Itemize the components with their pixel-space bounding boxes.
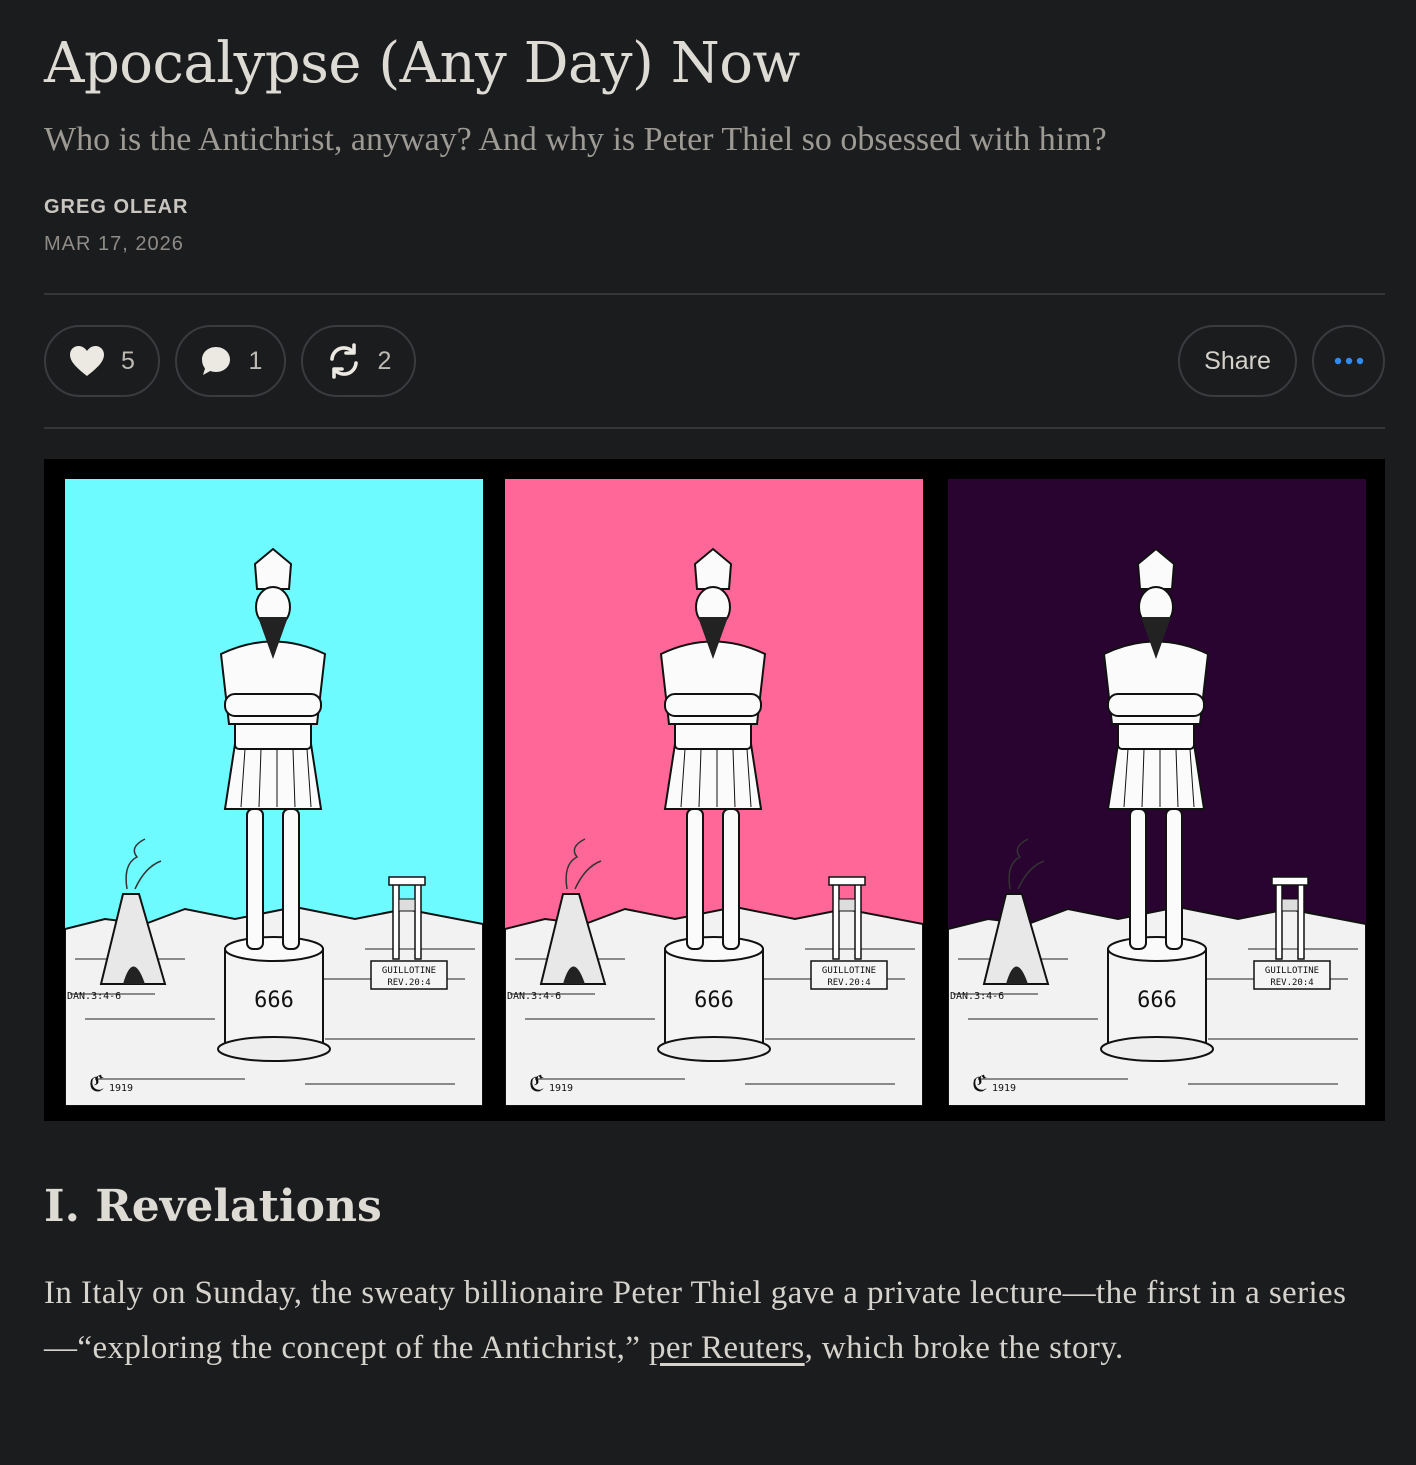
share-button[interactable]: Share	[1178, 325, 1297, 397]
section-heading: I. Revelations	[44, 1181, 382, 1232]
article-image[interactable]: GUILLOTINE REV.20:4 DAN.3:4-6 666 ℭ 1919…	[44, 459, 1385, 1121]
svg-text:DAN.3:4-6: DAN.3:4-6	[950, 991, 1004, 1002]
svg-text:GUILLOTINE: GUILLOTINE	[382, 966, 436, 976]
svg-text:1919: 1919	[992, 1083, 1016, 1094]
svg-text:ℭ: ℭ	[972, 1072, 987, 1097]
svg-text:1919: 1919	[109, 1083, 133, 1094]
restack-button[interactable]: 2	[301, 325, 416, 397]
image-panel-cyan: GUILLOTINE REV.20:4 DAN.3:4-6 666 ℭ 1919	[65, 479, 483, 1106]
more-icon	[1334, 357, 1364, 365]
divider-bottom	[44, 427, 1385, 429]
svg-text:666: 666	[694, 988, 734, 1013]
article-subtitle: Who is the Antichrist, anyway? And why i…	[44, 121, 1107, 158]
article-title: Apocalypse (Any Day) Now	[44, 31, 800, 96]
reuters-link[interactable]: per Reuters	[649, 1330, 805, 1366]
author-name[interactable]: GREG OLEAR	[44, 196, 188, 219]
svg-text:DAN.3:4-6: DAN.3:4-6	[67, 991, 121, 1002]
restack-icon	[326, 343, 362, 379]
image-panel-purple: GUILLOTINE REV.20:4 DAN.3:4-6 666 ℭ 1919	[948, 479, 1366, 1106]
svg-text:REV.20:4: REV.20:4	[827, 978, 870, 988]
comment-count: 1	[248, 346, 263, 375]
like-count: 5	[121, 346, 135, 375]
body-paragraph: In Italy on Sunday, the sweaty billionai…	[44, 1266, 1384, 1376]
svg-text:DAN.3:4-6: DAN.3:4-6	[507, 991, 561, 1002]
article-page: Apocalypse (Any Day) Now Who is the Anti…	[0, 0, 1416, 1465]
like-button[interactable]: 5	[44, 325, 160, 397]
svg-text:ℭ: ℭ	[529, 1072, 544, 1097]
svg-text:ℭ: ℭ	[89, 1072, 104, 1097]
image-panel-pink: GUILLOTINE REV.20:4 DAN.3:4-6 666 ℭ 1919	[505, 479, 923, 1106]
divider-top	[44, 293, 1385, 295]
svg-text:REV.20:4: REV.20:4	[1270, 978, 1313, 988]
post-date: MAR 17, 2026	[44, 233, 184, 255]
svg-text:GUILLOTINE: GUILLOTINE	[822, 966, 876, 976]
svg-text:GUILLOTINE: GUILLOTINE	[1265, 966, 1319, 976]
comment-button[interactable]: 1	[175, 325, 286, 397]
svg-text:666: 666	[1137, 988, 1177, 1013]
svg-text:REV.20:4: REV.20:4	[387, 978, 430, 988]
svg-text:666: 666	[254, 988, 294, 1013]
comment-icon	[199, 344, 233, 378]
more-options-button[interactable]	[1312, 325, 1385, 397]
svg-text:1919: 1919	[549, 1083, 573, 1094]
paragraph-text-2: , which broke the story.	[804, 1330, 1124, 1366]
heart-icon	[69, 345, 105, 377]
restack-count: 2	[377, 346, 392, 375]
